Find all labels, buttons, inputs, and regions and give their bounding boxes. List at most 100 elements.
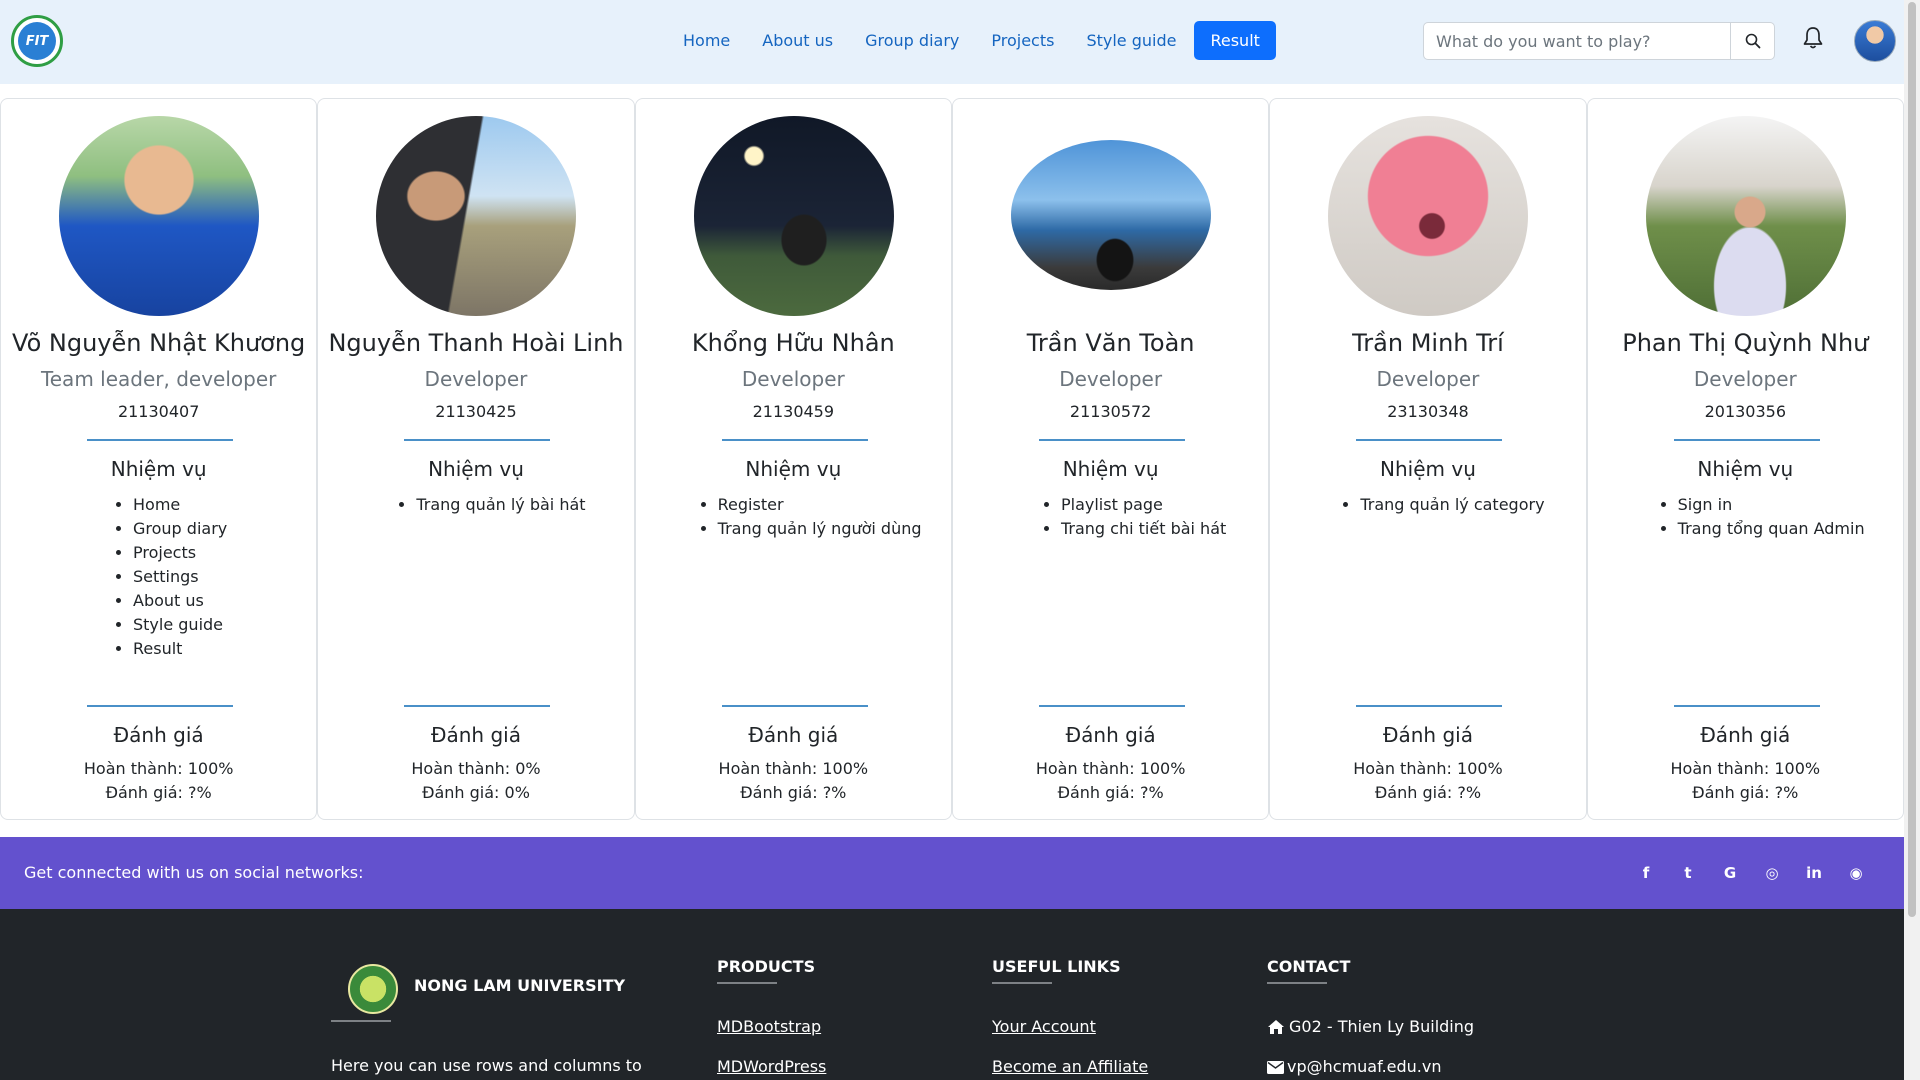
rating-title: Đánh giá <box>113 723 204 747</box>
member-name: Trần Văn Toàn <box>1026 329 1195 357</box>
github-icon[interactable]: ◉ <box>1835 863 1877 883</box>
divider <box>1356 705 1503 707</box>
divider <box>404 439 551 441</box>
tasks-title: Nhiệm vụ <box>110 457 207 481</box>
member-photo <box>693 116 894 316</box>
footer-link-mdwordpress[interactable]: MDWordPress <box>717 1057 826 1076</box>
task-item: About us <box>133 589 227 613</box>
divider <box>1038 705 1185 707</box>
google-icon[interactable]: G <box>1709 863 1751 883</box>
fit-logo[interactable]: FIT <box>11 15 63 67</box>
search-box <box>1423 22 1775 60</box>
tasks-title: Nhiệm vụ <box>1380 457 1476 481</box>
rating-text: Đánh giá: ?% <box>1692 783 1799 802</box>
task-item: Trang quản lý category <box>1360 493 1544 517</box>
member-photo <box>376 116 577 316</box>
task-item: Trang quản lý người dùng <box>718 517 922 541</box>
tasks-title: Nhiệm vụ <box>1697 457 1794 481</box>
bell-icon[interactable] <box>1801 25 1825 51</box>
completion-text: Hoàn thành: 100% <box>83 759 234 778</box>
footer-divider <box>1267 982 1327 984</box>
nav-link-about-us[interactable]: About us <box>746 22 849 59</box>
search-input[interactable] <box>1424 23 1730 59</box>
member-name: Nguyễn Thanh Hoài Linh <box>328 329 624 357</box>
rating-title: Đánh giá <box>1065 723 1156 747</box>
task-item: Home <box>133 493 227 517</box>
footer-link-become-affiliate[interactable]: Become an Affiliate <box>992 1057 1148 1076</box>
task-item: Trang tổng quan Admin <box>1678 517 1865 541</box>
user-avatar[interactable] <box>1854 20 1896 62</box>
linkedin-icon[interactable]: in <box>1793 863 1835 883</box>
member-role: Developer <box>741 367 845 391</box>
rating-title: Đánh giá <box>1700 723 1791 747</box>
completion-text: Hoàn thành: 100% <box>1353 759 1503 778</box>
tasks-list: Register Trang quản lý người dùng <box>700 493 922 541</box>
fit-logo-text: FIT <box>18 22 56 60</box>
task-item: Projects <box>133 541 227 565</box>
scrollbar-thumb[interactable] <box>1908 2 1916 917</box>
task-item: Register <box>718 493 922 517</box>
divider <box>404 705 551 707</box>
search-icon <box>1745 33 1760 49</box>
task-item: Settings <box>133 565 227 589</box>
university-logo <box>348 964 398 1014</box>
contact-address: G02 - Thien Ly Building <box>1289 1017 1475 1036</box>
footer-about-text: Here you can use rows and columns to <box>331 1056 642 1075</box>
tasks-title: Nhiệm vụ <box>1062 457 1159 481</box>
nav-link-result[interactable]: Result <box>1194 21 1276 60</box>
search-button[interactable] <box>1730 23 1774 59</box>
facebook-icon[interactable]: f <box>1625 863 1667 883</box>
task-item: Group diary <box>133 517 227 541</box>
member-id: 21130572 <box>1069 402 1152 421</box>
scrollbar[interactable] <box>1904 0 1920 1080</box>
divider <box>721 439 868 441</box>
task-item: Sign in <box>1678 493 1865 517</box>
useful-links-title: USEFUL LINKS <box>992 957 1121 976</box>
tasks-list: Playlist page Trang chi tiết bài hát <box>1043 493 1226 541</box>
instagram-icon[interactable]: ◎ <box>1751 863 1793 883</box>
footer: NONG LAM UNIVERSITY Here you can use row… <box>0 909 1904 1080</box>
divider <box>1356 439 1503 441</box>
completion-text: Hoàn thành: 0% <box>411 759 541 778</box>
member-name: Phan Thị Quỳnh Như <box>1622 329 1869 357</box>
member-role: Developer <box>1693 367 1797 391</box>
footer-divider <box>717 982 777 984</box>
tasks-title: Nhiệm vụ <box>745 457 842 481</box>
member-card: Võ Nguyễn Nhật Khương Team leader, devel… <box>0 98 318 820</box>
university-name: NONG LAM UNIVERSITY <box>414 976 626 995</box>
footer-link-your-account[interactable]: Your Account <box>992 1017 1096 1036</box>
divider <box>721 705 868 707</box>
member-card: Nguyễn Thanh Hoài Linh Developer 2113042… <box>317 98 635 820</box>
member-photo <box>59 116 259 316</box>
task-item: Trang chi tiết bài hát <box>1061 517 1226 541</box>
rating-text: Đánh giá: ?% <box>1057 783 1164 802</box>
nav-link-style-guide[interactable]: Style guide <box>1070 22 1192 59</box>
social-text: Get connected with us on social networks… <box>24 863 364 882</box>
rating-title: Đánh giá <box>748 723 839 747</box>
rating-text: Đánh giá: 0% <box>422 783 530 802</box>
social-icons: f t G ◎ in ◉ <box>1625 863 1877 883</box>
task-item: Playlist page <box>1061 493 1226 517</box>
tasks-list: Trang quản lý bài hát <box>398 493 585 517</box>
completion-text: Hoàn thành: 100% <box>718 759 869 778</box>
member-id: 21130407 <box>117 402 200 421</box>
member-role: Team leader, developer <box>40 367 277 391</box>
divider <box>87 705 233 707</box>
rating-text: Đánh giá: ?% <box>740 783 847 802</box>
task-item: Result <box>133 637 227 661</box>
contact-email: vp@hcmuaf.edu.vn <box>1287 1057 1442 1076</box>
footer-link-mdbootstrap[interactable]: MDBootstrap <box>717 1017 821 1036</box>
divider <box>1038 439 1185 441</box>
rating-text: Đánh giá: ?% <box>1374 783 1482 802</box>
nav-link-projects[interactable]: Projects <box>975 22 1070 59</box>
member-card: Trần Văn Toàn Developer 21130572 Nhiệm v… <box>951 98 1270 820</box>
twitter-icon[interactable]: t <box>1667 863 1709 883</box>
home-icon <box>1268 1020 1284 1034</box>
nav-link-home[interactable]: Home <box>667 22 746 59</box>
member-card: Phan Thị Quỳnh Như Developer 20130356 Nh… <box>1586 98 1904 820</box>
top-navbar: FIT Home About us Group diary Projects S… <box>0 0 1904 84</box>
nav-link-group-diary[interactable]: Group diary <box>849 22 975 59</box>
rating-title: Đánh giá <box>431 723 521 747</box>
member-id: 21130459 <box>752 402 835 421</box>
rating-title: Đánh giá <box>1382 723 1473 747</box>
